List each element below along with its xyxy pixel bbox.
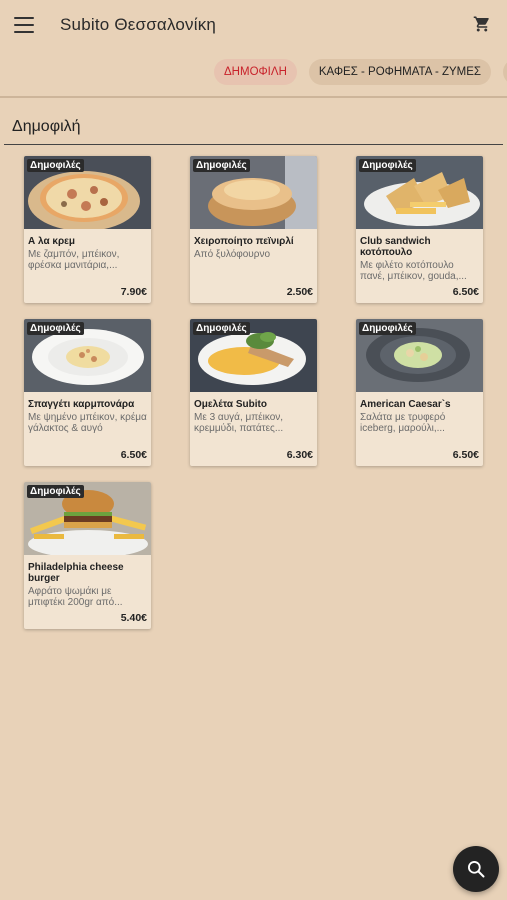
tab-dimofili[interactable]: ΔΗΜΟΦΙΛΗ [214, 59, 297, 85]
product-description: Από ξυλόφουρνο [194, 249, 271, 260]
product-price: 6.50€ [452, 286, 479, 298]
product-price: 7.90€ [120, 286, 147, 298]
product-card[interactable]: Δημοφιλές American Caesar`s Σαλάτα με τρ… [356, 319, 483, 466]
product-card[interactable]: Δημοφιλές Α λα κρεμ Με ζαμπόν, μπέικον, … [24, 156, 151, 303]
product-card[interactable]: Δημοφιλές Ομελέτα Subito Με 3 αυγά, μπέι… [190, 319, 317, 466]
popular-badge: Δημοφιλές [193, 159, 250, 172]
product-price: 5.40€ [120, 612, 147, 624]
app-title: Subito Θεσσαλονίκη [60, 15, 217, 34]
product-price: 6.30€ [286, 449, 313, 461]
product-description: Με ζαμπόν, μπέικον, φρέσκα μανιτάρια,... [28, 249, 120, 271]
product-price: 6.50€ [120, 449, 147, 461]
category-tabs: ΔΗΜΟΦΙΛΗ ΚΑΦΕΣ - ΡΟΦΗΜΑΤΑ - ΖΥΜΕΣ Π [0, 50, 507, 94]
product-card[interactable]: Δημοφιλές Χειροποίητο πεϊνιρλί Από ξυλόφ… [190, 156, 317, 303]
product-card[interactable]: Δημοφιλές Philadelphia cheese burger Αφρ… [24, 482, 151, 629]
product-description: Σαλάτα με τρυφερό iceberg, μαρούλι,... [360, 412, 446, 434]
popular-badge: Δημοφιλές [193, 322, 250, 335]
section-underline [4, 144, 503, 145]
popular-badge: Δημοφιλές [359, 159, 416, 172]
search-icon [468, 861, 485, 878]
tab-kafes-rofimata-zymes[interactable]: ΚΑΦΕΣ - ΡΟΦΗΜΑΤΑ - ΖΥΜΕΣ [308, 59, 492, 85]
hamburger-menu-icon[interactable] [14, 17, 34, 33]
product-image-peinirli: Δημοφιλές [190, 156, 317, 229]
product-name: Χειροποίητο πεϊνιρλί [194, 236, 294, 247]
product-name: Club sandwich κοτόπουλο [360, 236, 431, 258]
product-price: 2.50€ [286, 286, 313, 298]
product-image-caesar-salad: Δημοφιλές [356, 319, 483, 392]
cart-icon[interactable] [473, 15, 491, 33]
popular-badge: Δημοφιλές [27, 322, 84, 335]
product-card[interactable]: Δημοφιλές Club sandwich κοτόπουλο Με φιλ… [356, 156, 483, 303]
product-name: Ομελέτα Subito [194, 399, 267, 410]
product-price: 6.50€ [452, 449, 479, 461]
product-description: Με φιλέτο κοτόπουλο πανέ, μπέικον, gouda… [360, 260, 467, 282]
product-image-carbonara: Δημοφιλές [24, 319, 151, 392]
product-description: Με 3 αυγά, μπέικον, κρεμμύδι, πατάτες... [194, 412, 284, 434]
product-image-pizza: Δημοφιλές [24, 156, 151, 229]
search-button[interactable] [453, 846, 499, 892]
product-name: Σπαγγέτι καρμπονάρα [28, 399, 135, 410]
product-image-club-sandwich: Δημοφιλές [356, 156, 483, 229]
section-title: Δημοφιλή [12, 118, 81, 135]
product-description: Με ψημένο μπέικον, κρέμα γάλακτος & αυγό [28, 412, 147, 434]
app-bar: Subito Θεσσαλονίκη [0, 0, 507, 50]
product-card[interactable]: Δημοφιλές Σπαγγέτι καρμπονάρα Με ψημένο … [24, 319, 151, 466]
product-grid: Δημοφιλές Α λα κρεμ Με ζαμπόν, μπέικον, … [24, 156, 483, 629]
product-image-omelette: Δημοφιλές [190, 319, 317, 392]
popular-badge: Δημοφιλές [27, 159, 84, 172]
product-name: Α λα κρεμ [28, 236, 75, 247]
product-description: Αφράτο ψωμάκι με μπιφτέκι 200gr από... [28, 586, 123, 608]
popular-badge: Δημοφιλές [27, 485, 84, 498]
product-image-burger: Δημοφιλές [24, 482, 151, 555]
product-name: Philadelphia cheese burger [28, 562, 124, 584]
tab-next-category[interactable]: Π [503, 59, 507, 85]
product-name: American Caesar`s [360, 399, 451, 410]
popular-badge: Δημοφιλές [359, 322, 416, 335]
